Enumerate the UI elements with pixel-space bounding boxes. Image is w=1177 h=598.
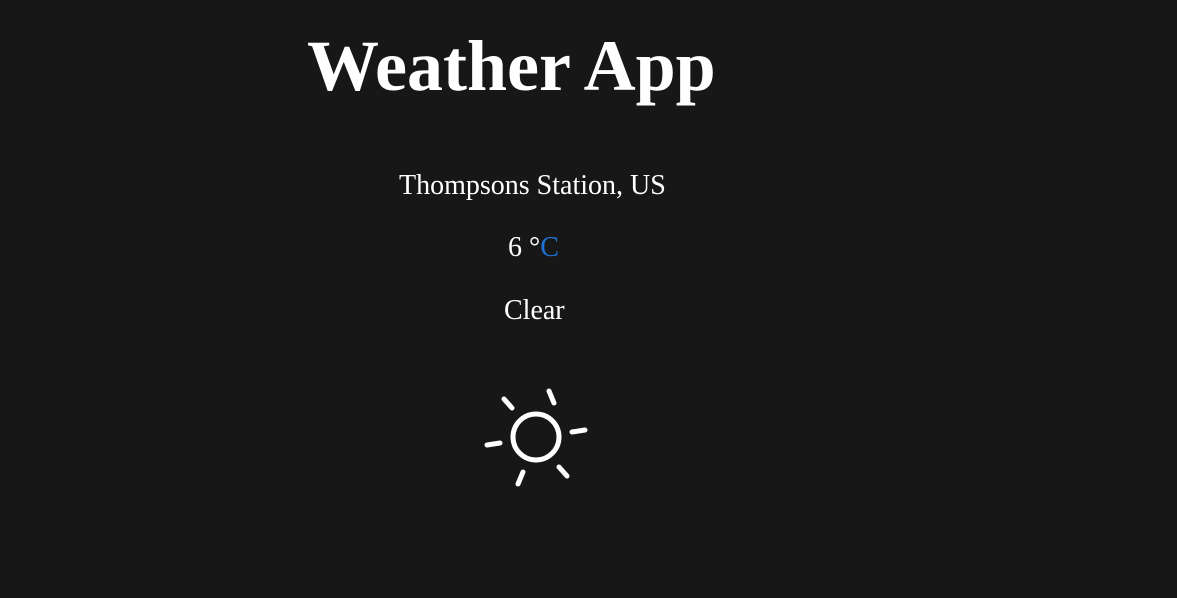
weather-condition: Clear	[504, 295, 565, 326]
degree-symbol: °	[522, 232, 541, 263]
page-title: Weather App	[307, 26, 716, 106]
temperature-display: 6 °C	[508, 234, 559, 262]
weather-app: Weather App Thompsons Station, US 6 °C C…	[0, 0, 1177, 598]
temperature-unit-toggle[interactable]: C	[540, 232, 559, 263]
temperature-value: 6	[508, 232, 522, 263]
location-label: Thompsons Station, US	[399, 170, 666, 201]
sun-icon	[480, 384, 590, 490]
